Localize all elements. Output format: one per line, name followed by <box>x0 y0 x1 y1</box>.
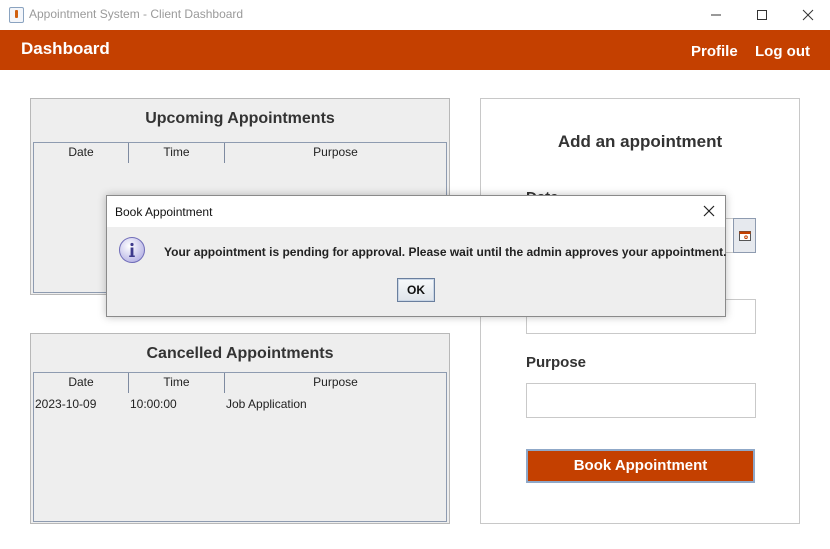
info-icon <box>119 237 145 263</box>
cancelled-appointments-table[interactable]: Date Time Purpose 2023-10-09 10:00:00 Jo… <box>33 372 447 522</box>
column-header-purpose[interactable]: Purpose <box>225 373 446 393</box>
column-header-time[interactable]: Time <box>129 143 225 163</box>
minimize-button[interactable] <box>693 0 739 30</box>
dialog-close-button[interactable] <box>701 203 717 219</box>
maximize-button[interactable] <box>739 0 785 30</box>
book-appointment-dialog: Book Appointment Your appointment is pen… <box>106 195 727 317</box>
cancelled-appointments-title: Cancelled Appointments <box>146 345 334 362</box>
app-header: Dashboard Profile Log out <box>0 30 830 70</box>
cell-date: 2023-10-09 <box>35 397 97 411</box>
cancelled-appointments-panel: Cancelled Appointments Date Time Purpose… <box>30 333 450 524</box>
column-header-purpose[interactable]: Purpose <box>225 143 446 163</box>
cell-purpose: Job Application <box>226 397 307 411</box>
cell-time: 10:00:00 <box>130 397 177 411</box>
calendar-button[interactable] <box>733 218 756 253</box>
book-appointment-button[interactable]: Book Appointment <box>526 449 755 483</box>
profile-link[interactable]: Profile <box>691 43 738 60</box>
purpose-label: Purpose <box>526 354 587 371</box>
column-header-date[interactable]: Date <box>34 373 129 393</box>
dialog-message: Your appointment is pending for approval… <box>164 245 727 259</box>
ok-button[interactable]: OK <box>397 278 435 302</box>
logout-link[interactable]: Log out <box>755 43 810 60</box>
maximize-icon <box>757 10 767 20</box>
close-icon <box>703 205 715 217</box>
window-titlebar: Appointment System - Client Dashboard <box>0 0 830 30</box>
java-app-icon <box>9 7 24 23</box>
purpose-field[interactable] <box>526 383 756 418</box>
dialog-titlebar: Book Appointment <box>107 196 725 227</box>
window-title: Appointment System - Client Dashboard <box>29 7 244 21</box>
column-header-date[interactable]: Date <box>34 143 129 163</box>
table-header: Date Time Purpose <box>34 143 446 163</box>
dialog-title: Book Appointment <box>115 205 213 219</box>
add-appointment-title: Add an appointment <box>557 132 723 151</box>
upcoming-appointments-title: Upcoming Appointments <box>145 110 335 127</box>
close-icon <box>802 9 814 21</box>
column-header-time[interactable]: Time <box>129 373 225 393</box>
table-row[interactable]: 2023-10-09 10:00:00 Job Application <box>34 394 446 414</box>
window-close-button[interactable] <box>785 0 830 30</box>
minimize-icon <box>711 14 721 16</box>
table-header: Date Time Purpose <box>34 373 446 393</box>
page-title: Dashboard <box>21 39 110 58</box>
calendar-icon <box>738 230 751 241</box>
